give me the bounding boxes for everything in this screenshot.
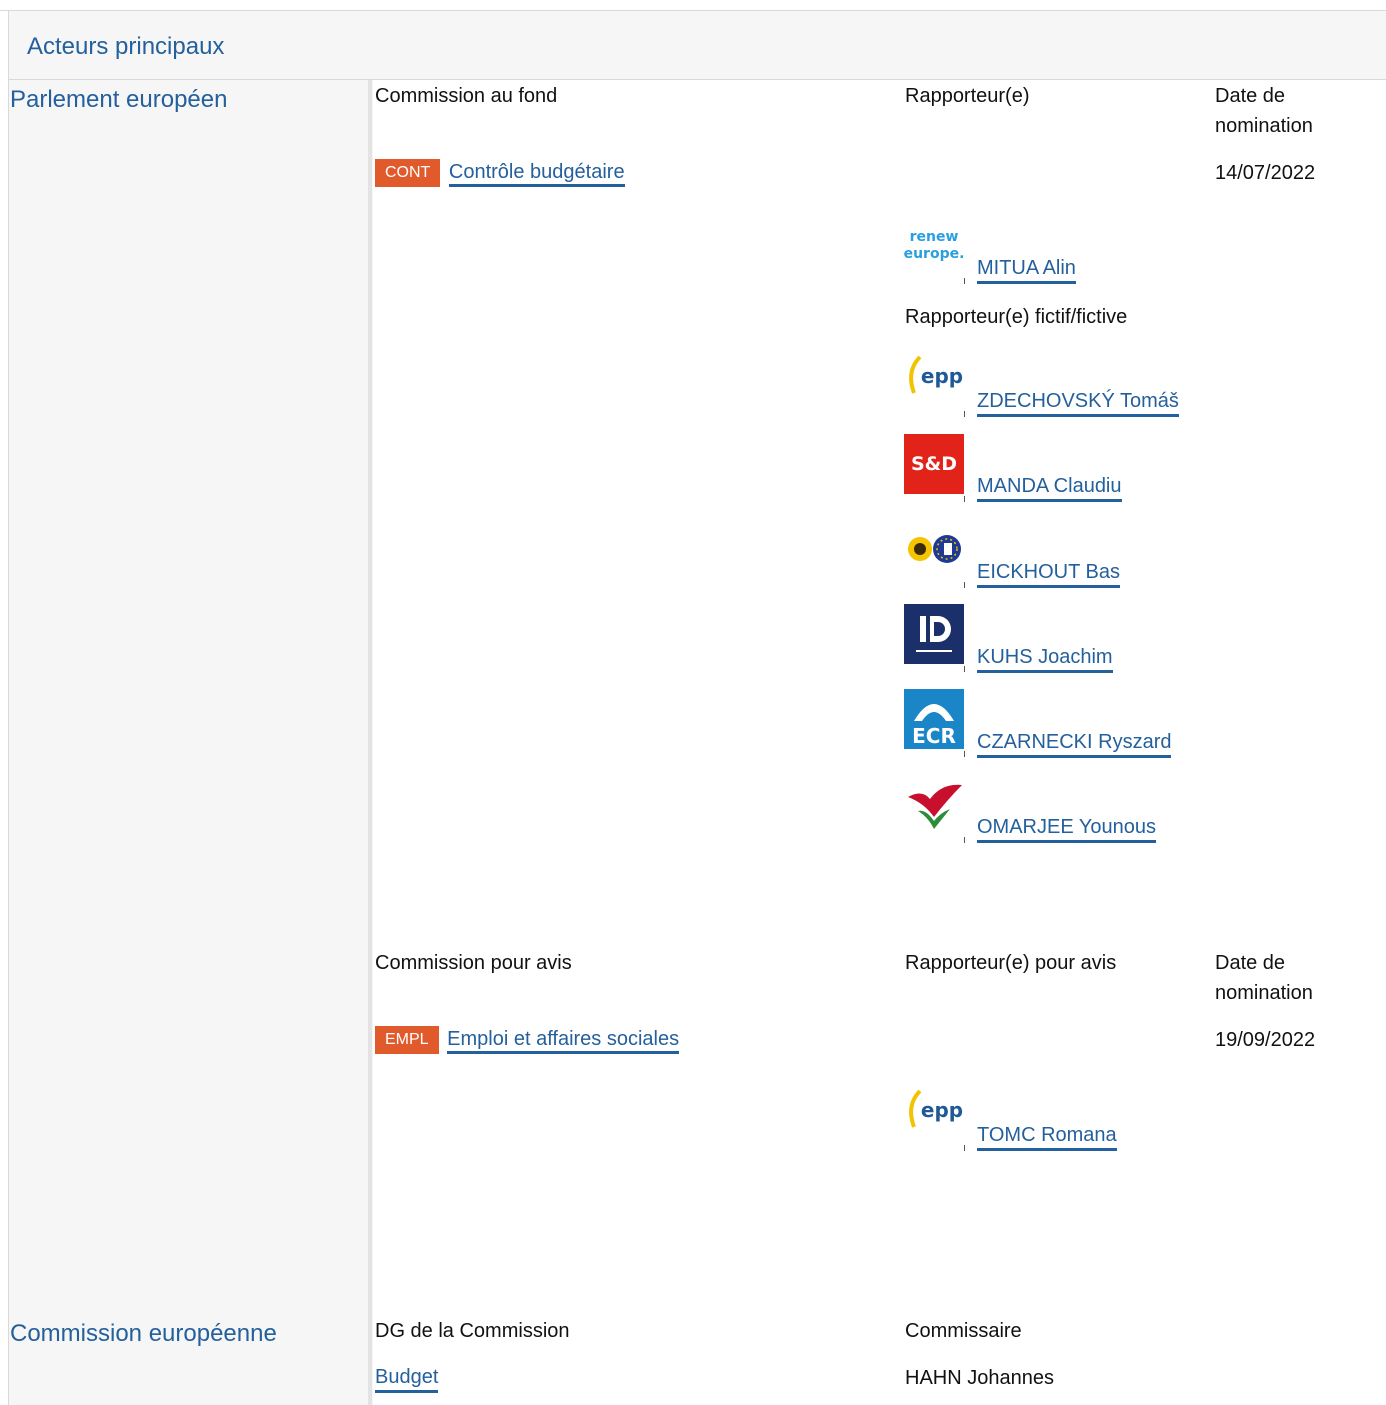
svg-text:epp: epp <box>921 1098 963 1122</box>
opinion-committee-link[interactable]: Emploi et affaires sociales <box>447 1028 680 1055</box>
logo-tick <box>964 411 965 417</box>
lead-date-header-line2: nomination <box>1215 115 1313 137</box>
dg-link[interactable]: Budget <box>375 1365 439 1393</box>
opinion-date: 19/09/2022 <box>1215 1029 1316 1051</box>
commissioner-name: HAHN Johannes <box>905 1367 1054 1389</box>
committee-code-badge: CONT <box>375 159 441 187</box>
shadow-rapporteur-link[interactable]: EICKHOUT Bas <box>977 560 1120 588</box>
ecr-logo-icon: ECR <box>904 689 964 749</box>
column-separator <box>368 80 372 1405</box>
section-header-title: Acteurs principaux <box>27 33 225 60</box>
lead-date-header-line1: Date de <box>1215 85 1286 107</box>
lead-committee-row: CONT Contrôle budgétaire <box>375 159 625 188</box>
shadow-rapporteur-link[interactable]: OMARJEE Younous <box>977 815 1156 843</box>
shadow-header: Rapporteur(e) fictif/fictive <box>905 306 1128 328</box>
opinion-committee-row: EMPL Emploi et affaires sociales <box>375 1026 680 1055</box>
section-header: Acteurs principaux <box>8 11 1386 80</box>
svg-text:europe.: europe. <box>904 246 964 262</box>
shadow-rapporteur-link[interactable]: CZARNECKI Ryszard <box>977 730 1172 758</box>
logo-tick <box>964 582 965 588</box>
identity-democracy-logo-icon <box>904 604 964 664</box>
opinion-committee-header: Commission pour avis <box>375 952 572 974</box>
left-logo-icon <box>904 775 964 835</box>
renew-europe-logo-icon: renew europe. <box>904 216 964 276</box>
left-column <box>8 80 373 1405</box>
dg-header: DG de la Commission <box>375 1320 570 1342</box>
epp-logo-icon: epp <box>904 349 964 409</box>
shadow-rapporteur-link[interactable]: KUHS Joachim <box>977 645 1113 673</box>
committee-code-badge: EMPL <box>375 1026 439 1054</box>
opinion-date-header-line1: Date de <box>1215 952 1286 974</box>
svg-text:ECR: ECR <box>912 724 956 748</box>
rapporteur-link[interactable]: MITUA Alin <box>977 256 1076 284</box>
s-and-d-logo-icon: S&D <box>904 434 964 494</box>
opinion-rapporteur-header: Rapporteur(e) pour avis <box>905 952 1117 974</box>
shadow-rapporteur-link[interactable]: ZDECHOVSKÝ Tomáš <box>977 389 1179 417</box>
shadow-rapporteur-link[interactable]: MANDA Claudiu <box>977 474 1122 502</box>
logo-tick <box>964 278 965 284</box>
logo-tick <box>964 837 965 843</box>
commission-title: Commission européenne <box>10 1320 277 1347</box>
parliament-title: Parlement européen <box>10 86 228 113</box>
logo-tick <box>964 666 965 672</box>
opinion-rapporteur-link[interactable]: TOMC Romana <box>977 1123 1117 1151</box>
lead-committee-link[interactable]: Contrôle budgétaire <box>448 161 625 188</box>
commissioner-header: Commissaire <box>905 1320 1022 1342</box>
logo-tick <box>964 496 965 502</box>
svg-text:S&D: S&D <box>911 453 957 475</box>
logo-tick <box>964 751 965 757</box>
svg-text:epp: epp <box>921 364 963 388</box>
greens-efa-logo-icon <box>904 520 964 580</box>
lead-rapporteur-header: Rapporteur(e) <box>905 85 1030 107</box>
logo-tick <box>964 1145 965 1151</box>
lead-committee-header: Commission au fond <box>375 85 558 107</box>
opinion-date-header-line2: nomination <box>1215 982 1313 1004</box>
lead-date: 14/07/2022 <box>1215 162 1316 184</box>
svg-text:renew: renew <box>910 229 959 245</box>
epp-logo-icon: epp <box>904 1083 964 1143</box>
